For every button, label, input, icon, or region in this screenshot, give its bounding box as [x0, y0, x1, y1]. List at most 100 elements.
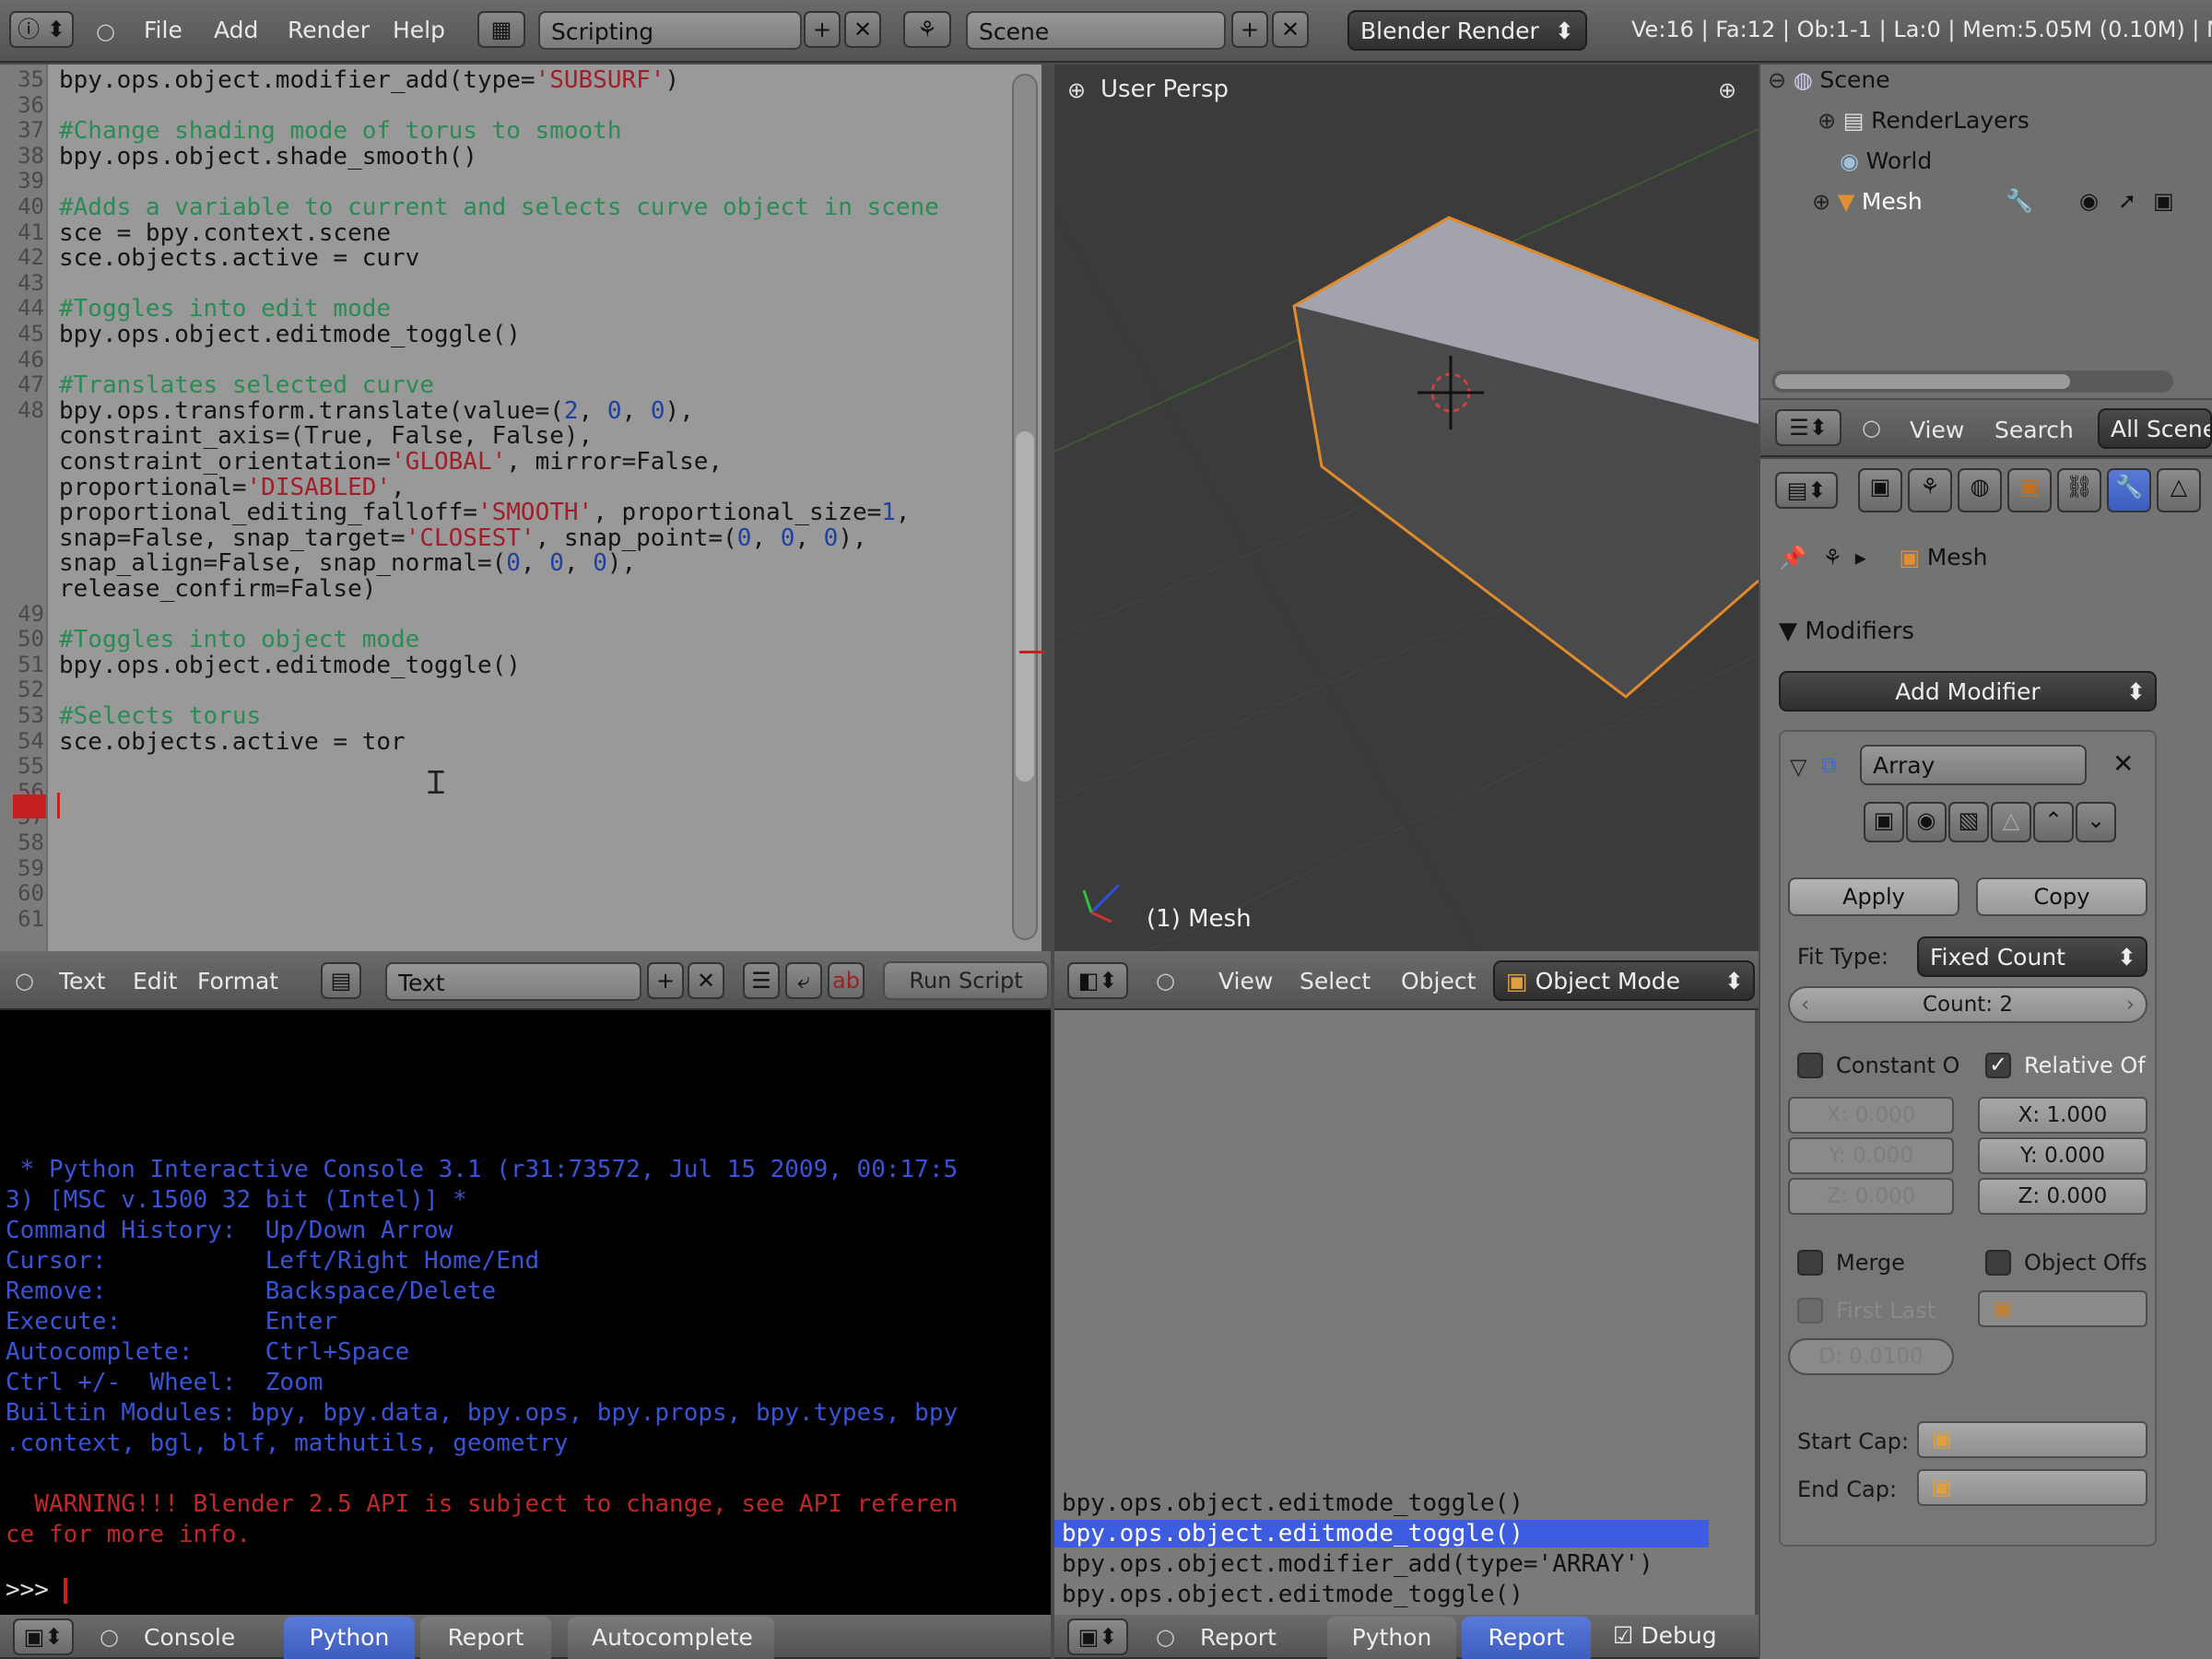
menu-select[interactable]: Select: [1300, 968, 1371, 994]
add-modifier-button[interactable]: Add Modifier ⬍: [1779, 671, 2157, 712]
editor-type-3dview-icon[interactable]: ◧⬍: [1067, 962, 1128, 999]
header-collapse-icon[interactable]: ○: [1156, 968, 1175, 994]
line-numbers-toggle-icon[interactable]: ☰: [743, 962, 780, 999]
remove-modifier-icon[interactable]: ✕: [2112, 748, 2134, 779]
modifiers-context-icon[interactable]: 🔧: [2107, 468, 2151, 512]
count-field[interactable]: ‹ Count: 2 ›: [1788, 986, 2147, 1023]
header-collapse-icon[interactable]: ○: [100, 1624, 119, 1650]
properties-editor[interactable]: ▤⬍ ▣ ⚘ ◍ ▣ ⛓ 🔧 △ 📌 ⚘ ▸ ▣ Mesh ▼ Modifier…: [1760, 459, 2212, 1659]
editmode-toggle-icon[interactable]: ▧: [1948, 802, 1989, 842]
tab-autocomplete[interactable]: Autocomplete: [568, 1617, 774, 1659]
menu-view[interactable]: View: [1910, 417, 1964, 443]
expand-icon[interactable]: ⊕: [1812, 189, 1830, 215]
menu-file[interactable]: File: [144, 17, 182, 43]
object-mode-select[interactable]: ▣ Object Mode ⬍: [1493, 960, 1755, 1001]
selectable-arrow-icon[interactable]: ➚: [2118, 188, 2136, 214]
scene-context-icon[interactable]: ⚘: [1908, 468, 1952, 512]
modifiers-panel-header[interactable]: ▼ Modifiers: [1779, 618, 1914, 645]
view-collapse-icon[interactable]: ⊕: [1067, 77, 1086, 103]
report-line[interactable]: bpy.ops.object.editmode_toggle(): [1062, 1489, 1524, 1517]
menu-view[interactable]: View: [1218, 968, 1273, 994]
relative-offset-checkbox[interactable]: ✓: [1985, 1053, 2011, 1078]
render-context-icon[interactable]: ▣: [1858, 468, 1902, 512]
editor-scrollbar-thumb[interactable]: [1016, 431, 1034, 782]
modifier-expand-icon[interactable]: ▽: [1790, 754, 1806, 780]
copy-button[interactable]: Copy: [1976, 877, 2147, 916]
apply-button[interactable]: Apply: [1788, 877, 1959, 916]
object-context-icon[interactable]: ▣: [2007, 468, 2052, 512]
menu-collapse-icon[interactable]: ○: [96, 18, 115, 44]
header-collapse-icon[interactable]: ○: [1156, 1624, 1175, 1650]
menu-edit[interactable]: Edit: [133, 968, 177, 994]
move-down-icon[interactable]: ⌄: [2076, 802, 2116, 842]
screen-layout-icon[interactable]: ▦: [477, 11, 525, 48]
increment-arrow-icon[interactable]: ›: [2126, 988, 2135, 1021]
fit-type-select[interactable]: Fixed Count ⬍: [1917, 936, 2147, 977]
viewport-toggle-icon[interactable]: ◉: [1906, 802, 1947, 842]
relative-y-field[interactable]: Y: 0.000: [1978, 1137, 2147, 1174]
data-context-icon[interactable]: △: [2157, 468, 2201, 512]
tab-python[interactable]: Python: [284, 1617, 415, 1659]
editor-type-console-icon[interactable]: ▣⬍: [13, 1618, 74, 1655]
menu-help[interactable]: Help: [393, 17, 445, 43]
screen-name-field[interactable]: Scripting: [538, 11, 802, 50]
merge-checkbox[interactable]: [1797, 1250, 1823, 1276]
python-console[interactable]: * Python Interactive Console 3.1 (r31:73…: [0, 1010, 1051, 1615]
tab-python[interactable]: Python: [1327, 1617, 1456, 1659]
menu-add[interactable]: Add: [214, 17, 258, 43]
viewport-corner-icon[interactable]: ⊕: [1718, 77, 1736, 103]
delete-scene-icon[interactable]: ✕: [1272, 11, 1309, 48]
object-offset-field[interactable]: ▣: [1978, 1290, 2147, 1327]
add-screen-icon[interactable]: +: [804, 11, 841, 48]
console-prompt[interactable]: >>>: [6, 1576, 67, 1604]
menu-search[interactable]: Search: [1994, 417, 2074, 443]
menu-console[interactable]: Console: [144, 1624, 235, 1651]
pin-icon[interactable]: 📌: [1779, 545, 1806, 571]
report-line[interactable]: bpy.ops.object.editmode_toggle(): [1054, 1520, 1709, 1547]
constant-offset-checkbox[interactable]: [1797, 1053, 1823, 1078]
expand-icon[interactable]: ⊖: [1768, 67, 1786, 93]
cage-toggle-icon[interactable]: △: [1991, 802, 2031, 842]
editor-type-properties-icon[interactable]: ▤⬍: [1775, 472, 1838, 509]
constant-z-field[interactable]: Z: 0.000: [1788, 1178, 1954, 1215]
syntax-highlight-toggle-icon[interactable]: ab: [828, 962, 865, 999]
render-engine-select[interactable]: Blender Render ⬍: [1347, 10, 1587, 51]
outliner[interactable]: ⊖ ◍ Scene ⊕ ▤ RenderLayers ◉ World ⊕ ▼ M…: [1760, 65, 2212, 398]
report-panel[interactable]: bpy.ops.object.editmode_toggle() bpy.ops.…: [1054, 1010, 1755, 1615]
start-cap-field[interactable]: ▣: [1917, 1421, 2147, 1458]
menu-report[interactable]: Report: [1200, 1624, 1277, 1651]
scene-icon[interactable]: ⚘: [903, 11, 951, 48]
editor-type-report-icon[interactable]: ▣⬍: [1067, 1618, 1128, 1655]
constraints-context-icon[interactable]: ⛓: [2057, 468, 2101, 512]
menu-text[interactable]: Text: [59, 968, 106, 994]
visibility-eye-icon[interactable]: ◉: [2079, 188, 2099, 214]
editor-type-info-icon[interactable]: ⓘ ⬍: [9, 11, 74, 48]
menu-render[interactable]: Render: [288, 17, 370, 43]
new-text-icon[interactable]: +: [647, 962, 684, 999]
text-datablock-icon[interactable]: ▤: [321, 962, 361, 999]
render-camera-icon[interactable]: ▣: [2153, 188, 2174, 214]
world-context-icon[interactable]: ◍: [1958, 468, 2002, 512]
run-script-button[interactable]: Run Script: [883, 961, 1049, 1000]
debug-checkbox[interactable]: ☑ Debug: [1613, 1622, 1717, 1649]
text-name-field[interactable]: Text: [385, 962, 641, 1001]
expand-icon[interactable]: ⊕: [1818, 108, 1836, 134]
menu-format[interactable]: Format: [197, 968, 278, 994]
text-editor[interactable]: 35 36 37 38 39 40 41 42 43 44 45 46 47 48 49 50 51 52 53 54…: [0, 65, 1041, 951]
decrement-arrow-icon[interactable]: ‹: [1801, 988, 1809, 1021]
report-line[interactable]: bpy.ops.object.modifier_add(type='ARRAY'…: [1062, 1550, 1653, 1578]
word-wrap-toggle-icon[interactable]: ⤶: [785, 962, 822, 999]
first-last-checkbox[interactable]: [1797, 1298, 1823, 1324]
outliner-row-renderlayers[interactable]: ⊕ ▤ RenderLayers: [1818, 107, 2030, 134]
render-toggle-icon[interactable]: ▣: [1864, 802, 1904, 842]
report-line[interactable]: bpy.ops.object.editmode_toggle(): [1062, 1581, 1524, 1608]
header-collapse-icon[interactable]: ○: [15, 968, 34, 994]
menu-object[interactable]: Object: [1401, 968, 1476, 994]
merge-distance-field[interactable]: D: 0.0100: [1788, 1338, 1954, 1375]
tab-report[interactable]: Report: [420, 1617, 551, 1659]
outliner-filter-select[interactable]: All Scenes: [2098, 408, 2212, 449]
object-offset-checkbox[interactable]: [1985, 1250, 2011, 1276]
delete-screen-icon[interactable]: ✕: [844, 11, 881, 48]
editor-type-outliner-icon[interactable]: ☰⬍: [1775, 409, 1841, 446]
add-scene-icon[interactable]: +: [1231, 11, 1268, 48]
